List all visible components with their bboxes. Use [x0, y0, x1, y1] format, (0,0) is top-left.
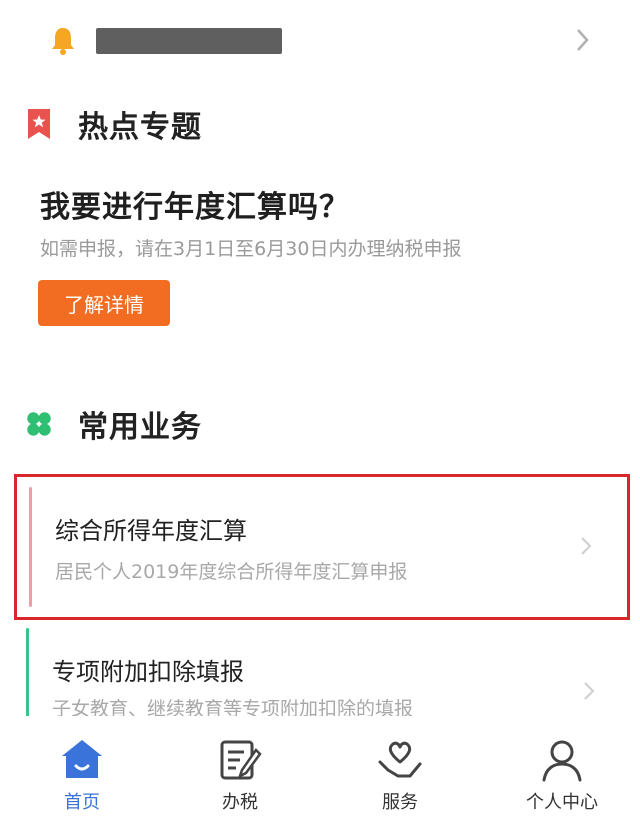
tab-service[interactable]: 服务	[340, 716, 460, 819]
tab-home[interactable]: 首页	[22, 716, 142, 819]
service-card-annual-settlement[interactable]: 综合所得年度汇算 居民个人2019年度综合所得年度汇算申报	[14, 474, 630, 620]
card-accent	[26, 628, 29, 718]
document-edit-icon	[220, 740, 262, 780]
section-title: 热点专题	[78, 110, 202, 145]
notice-bar[interactable]	[0, 0, 640, 80]
clover-icon	[24, 407, 54, 441]
hot-section-header: 热点专题	[24, 104, 202, 145]
section-title: 常用业务	[78, 410, 202, 445]
chevron-right-icon	[581, 537, 592, 555]
person-icon	[542, 740, 582, 782]
tab-profile[interactable]: 个人中心	[502, 716, 622, 819]
common-section-header: 常用业务	[24, 404, 202, 445]
notice-text	[96, 28, 282, 54]
hot-card-subtitle: 如需申报，请在3月1日至6月30日内办理纳税申报	[40, 238, 462, 260]
service-card-special-deduction[interactable]: 专项附加扣除填报 子女教育、继续教育等专项附加扣除的填报	[14, 622, 630, 720]
bottom-tab-bar: 首页 办税 服务 个人中心	[0, 716, 640, 819]
home-icon	[62, 740, 102, 778]
tab-tax[interactable]: 办税	[180, 716, 300, 819]
tab-label: 办税	[222, 792, 258, 813]
tab-label: 服务	[382, 792, 418, 813]
card-accent	[29, 487, 32, 607]
bell-icon	[52, 28, 74, 55]
hot-card-title: 我要进行年度汇算吗？	[40, 190, 350, 225]
tab-label: 个人中心	[526, 792, 598, 813]
heart-hand-icon	[378, 741, 422, 778]
chevron-right-icon[interactable]	[572, 26, 592, 54]
chevron-right-icon	[584, 682, 595, 700]
card-title: 综合所得年度汇算	[55, 517, 247, 545]
learn-more-button[interactable]: 了解详情	[38, 280, 170, 326]
tab-label: 首页	[64, 792, 100, 813]
card-subtitle: 居民个人2019年度综合所得年度汇算申报	[55, 561, 408, 583]
card-title: 专项附加扣除填报	[52, 658, 244, 686]
bookmark-star-icon	[24, 107, 54, 141]
